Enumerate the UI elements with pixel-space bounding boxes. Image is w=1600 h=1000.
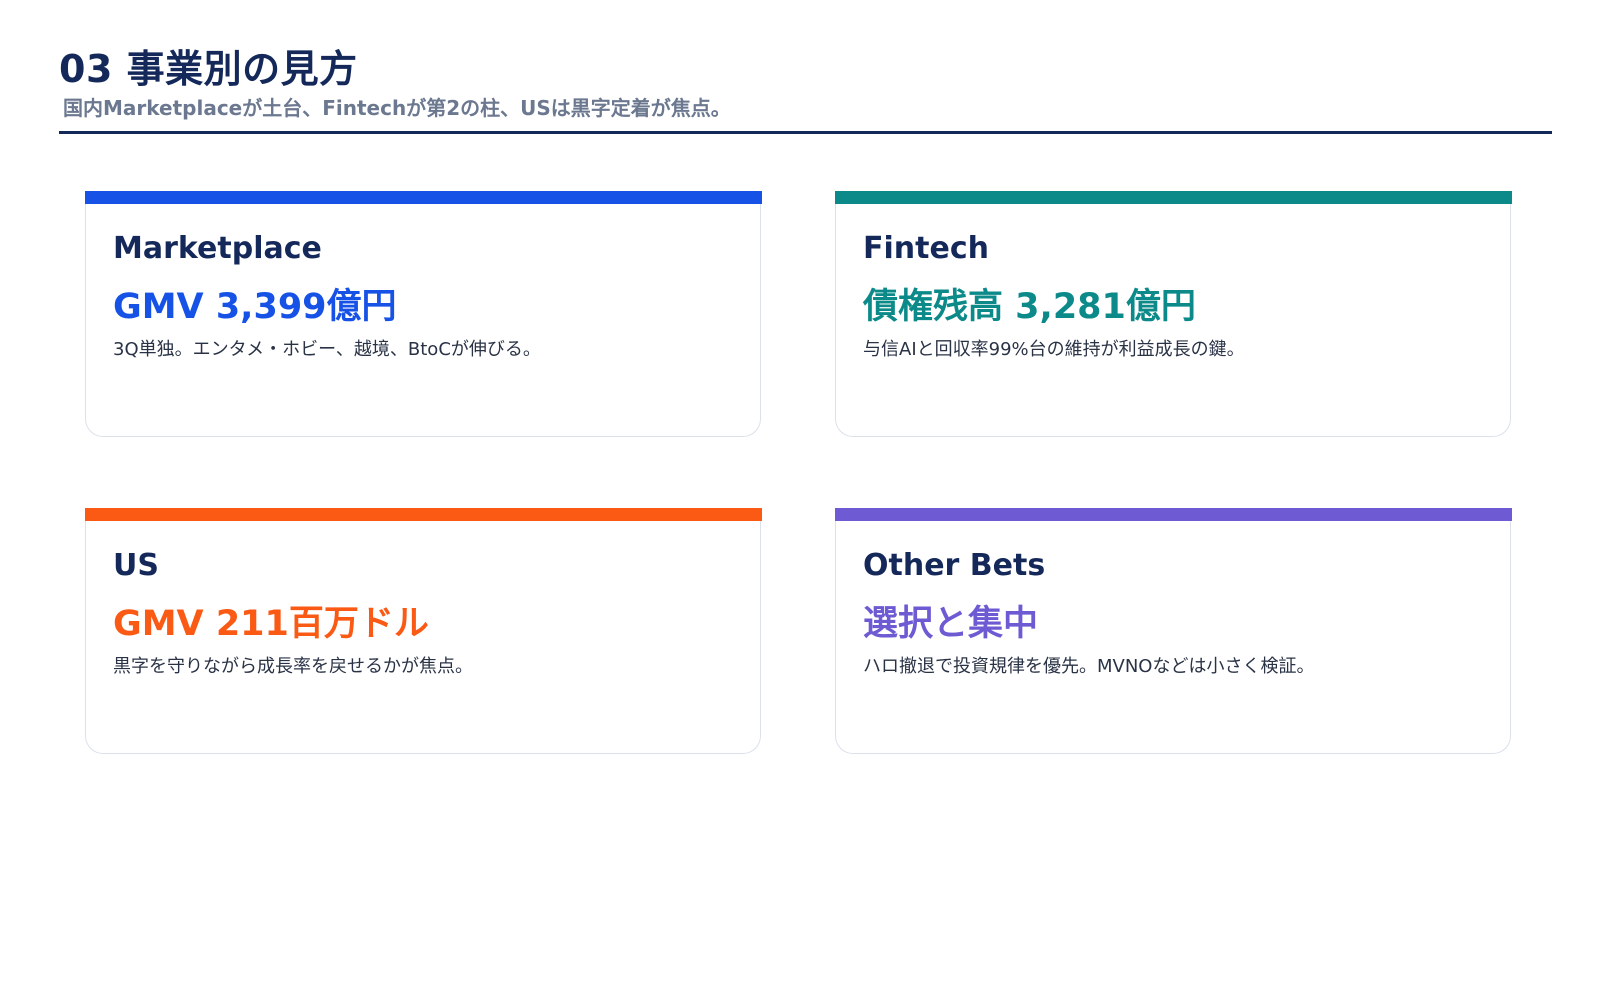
segment-card-us: US GMV 211百万ドル 黒字を守りながら成長率を戻せるかが焦点。	[84, 508, 762, 754]
segment-card-other-bets: Other Bets 選択と集中 ハロ撤退で投資規律を優先。MVNOなどは小さく…	[834, 508, 1512, 754]
segment-description: 黒字を守りながら成長率を戻せるかが焦点。	[113, 656, 473, 677]
card-accent-bar	[84, 191, 762, 204]
segment-card-marketplace: Marketplace GMV 3,399億円 3Q単独。エンタメ・ホビー、越境…	[84, 191, 762, 437]
page-title: 03 事業別の見方	[59, 47, 358, 91]
card-accent-bar	[834, 191, 1512, 204]
card-accent-bar	[834, 508, 1512, 521]
segment-name: Other Bets	[863, 548, 1046, 583]
header-divider	[59, 131, 1552, 134]
segment-name: US	[113, 548, 159, 583]
segment-metric: GMV 211百万ドル	[113, 604, 429, 644]
segment-metric: 選択と集中	[863, 604, 1039, 644]
segment-description: 3Q単独。エンタメ・ホビー、越境、BtoCが伸びる。	[113, 339, 541, 360]
page-subtitle: 国内Marketplaceが土台、Fintechが第2の柱、USは黒字定着が焦点…	[63, 96, 731, 120]
segment-name: Fintech	[863, 231, 989, 266]
segment-description: 与信AIと回収率99%台の維持が利益成長の鍵。	[863, 339, 1245, 360]
card-accent-bar	[84, 508, 762, 521]
segment-metric: GMV 3,399億円	[113, 287, 397, 327]
segment-description: ハロ撤退で投資規律を優先。MVNOなどは小さく検証。	[863, 656, 1315, 677]
segment-card-fintech: Fintech 債権残高 3,281億円 与信AIと回収率99%台の維持が利益成…	[834, 191, 1512, 437]
segment-name: Marketplace	[113, 231, 322, 266]
segment-metric: 債権残高 3,281億円	[863, 287, 1196, 327]
slide-header: 03 事業別の見方 国内Marketplaceが土台、Fintechが第2の柱、…	[59, 44, 1552, 122]
